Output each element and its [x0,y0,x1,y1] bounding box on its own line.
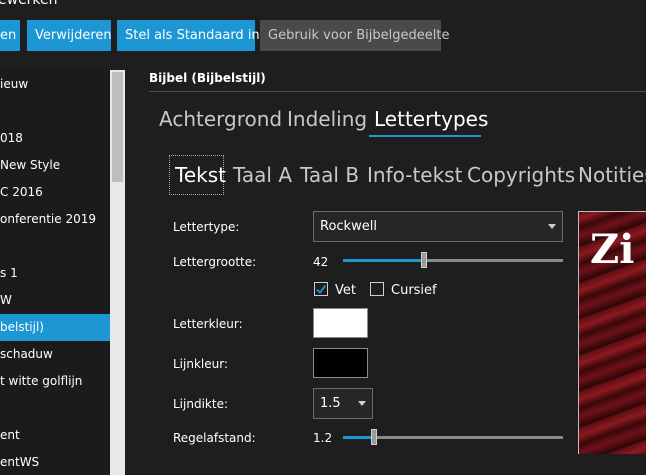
list-item[interactable]: t witte golflijn [0,368,110,395]
add-button[interactable]: en [0,20,20,51]
section-title: Bijbel (Bijbelstijl) [149,71,266,85]
subtab-info-tekst[interactable]: Info-tekst [367,163,462,187]
subtab-taal-b[interactable]: Taal B [300,163,359,187]
sidebar-scrollbar-thumb[interactable] [112,72,123,182]
bold-checkbox[interactable] [314,282,328,296]
line-spacing-label: Regelafstand: [173,431,256,445]
line-width-dropdown[interactable]: 1.5 [313,388,373,419]
use-for-bible-passage-button[interactable]: Gebruik voor Bijbelgedeelte [260,20,449,51]
bold-label: Vet [335,283,356,298]
list-item[interactable]: 018 [0,125,110,152]
tab-indeling[interactable]: Indeling [287,107,367,131]
list-item[interactable] [0,395,110,422]
subtab-notities[interactable]: Notities [578,163,646,187]
line-color-swatch[interactable] [313,348,368,378]
active-tab-indicator [369,135,481,137]
line-width-label: Lijndikte: [173,397,228,411]
list-item[interactable]: W [0,287,110,314]
line-spacing-value: 1.2 [313,431,333,445]
font-label: Lettertype: [173,220,240,234]
line-width-value: 1.5 [320,396,341,411]
subtab-copyrights[interactable]: Copyrights [467,163,575,187]
chevron-down-icon [548,224,556,229]
preview-text: Zi [590,226,635,273]
window-title: ewerken [0,0,58,8]
subtab-tekst[interactable]: Tekst [175,163,226,187]
check-icon [316,284,327,294]
list-item[interactable]: schaduw [0,341,110,368]
list-item[interactable]: s 1 [0,260,110,287]
list-item[interactable]: ieuw [0,71,110,98]
line-spacing-slider-fill [343,436,374,439]
font-dropdown[interactable]: Rockwell [313,211,563,242]
section-divider [149,91,646,92]
list-item[interactable]: C 2016 [0,179,110,206]
chevron-down-icon [358,401,366,406]
font-color-swatch[interactable] [313,308,368,338]
subtab-taal-a[interactable]: Taal A [233,163,292,187]
font-dropdown-value: Rockwell [320,219,377,234]
list-item[interactable]: entWS [0,449,110,475]
font-color-label: Letterkleur: [173,317,243,331]
font-size-value: 42 [313,255,329,269]
list-item[interactable]: ent [0,422,110,449]
tab-achtergrond[interactable]: Achtergrond [159,107,282,131]
list-item[interactable] [0,98,110,125]
list-item[interactable] [0,233,110,260]
italic-checkbox[interactable] [370,282,384,296]
font-size-slider-fill [343,259,424,262]
set-default-button[interactable]: Stel als Standaard in [117,20,260,51]
line-color-label: Lijnkleur: [173,357,228,371]
font-size-slider-thumb[interactable] [421,252,427,268]
list-item-selected[interactable]: belstijl) [0,314,110,341]
italic-label: Cursief [391,283,437,298]
line-spacing-slider-thumb[interactable] [371,429,377,445]
list-item[interactable]: onferentie 2019 [0,206,110,233]
font-size-label: Lettergrootte: [173,255,257,269]
theme-list[interactable]: ieuw 018 New Style C 2016 onferentie 201… [0,70,110,475]
list-item[interactable]: New Style [0,152,110,179]
delete-button[interactable]: Verwijderen [27,20,112,51]
tab-lettertypes[interactable]: Lettertypes [374,107,488,131]
